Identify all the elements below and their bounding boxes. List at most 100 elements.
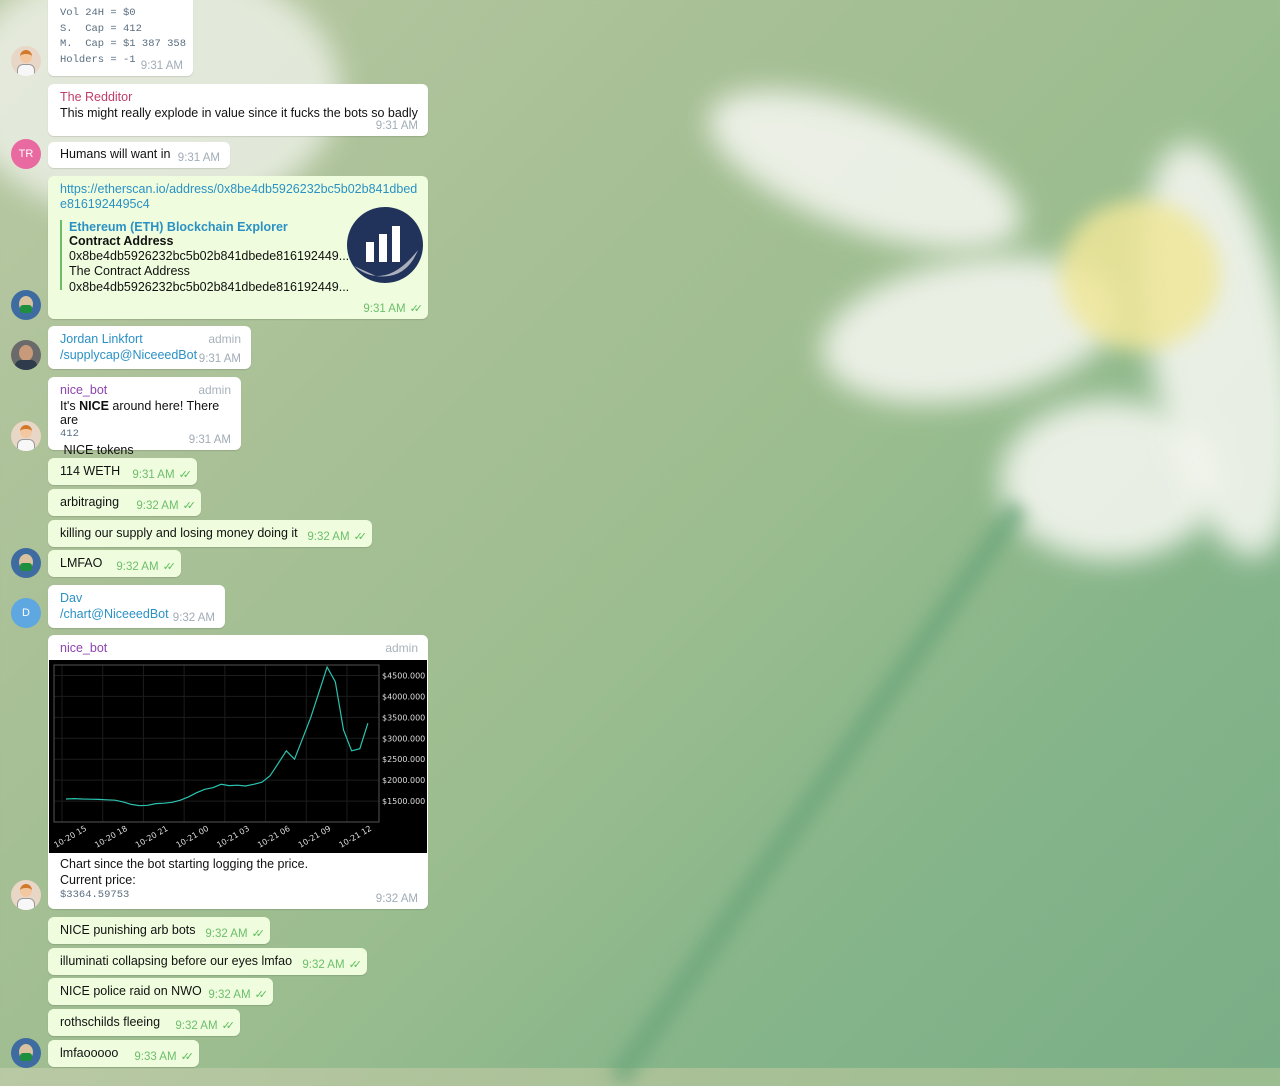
message-bubble[interactable]: NICE punishing arb bots 9:32 AM ✓✓ bbox=[48, 917, 270, 944]
message-text: killing our supply and losing money doin… bbox=[60, 526, 298, 540]
message-time: 9:32 AM bbox=[375, 893, 418, 905]
read-ticks-icon: ✓✓ bbox=[221, 1020, 236, 1032]
y-tick-label: $1500.000 bbox=[382, 797, 425, 806]
admin-badge: admin bbox=[208, 332, 241, 346]
chart-caption: Chart since the bot starting logging the… bbox=[60, 857, 309, 871]
message-bubble[interactable]: 114 WETH 9:31 AM ✓✓ bbox=[48, 458, 197, 485]
read-ticks-icon: ✓✓ bbox=[162, 561, 177, 573]
message-text: It's NICE around here! There are bbox=[60, 399, 220, 427]
message-bubble[interactable]: Dav /chart@NiceeedBot 9:32 AM bbox=[48, 585, 225, 628]
message-time: 9:31 AM bbox=[375, 120, 418, 132]
message-time: 9:31 AM bbox=[177, 152, 220, 164]
message-time: 9:31 AM bbox=[198, 353, 241, 365]
sender-name[interactable]: nice_bot bbox=[60, 641, 107, 655]
message-time: 9:32 AM ✓✓ bbox=[307, 531, 368, 543]
message-bubble[interactable]: NICE police raid on NWO 9:32 AM ✓✓ bbox=[48, 978, 273, 1005]
message-bubble[interactable]: lmfaooooo 9:33 AM ✓✓ bbox=[48, 1040, 199, 1067]
message-text: lmfaooooo bbox=[60, 1046, 119, 1060]
message-time: 9:31 AM ✓✓ bbox=[132, 469, 193, 481]
avatar[interactable] bbox=[11, 340, 41, 370]
price-series-line bbox=[65, 665, 369, 807]
message-bubble[interactable]: nice_bot admin It's NICE around here! Th… bbox=[48, 377, 241, 457]
y-tick-label: $4000.000 bbox=[382, 692, 425, 701]
message-text: LMFAO bbox=[60, 556, 103, 570]
message-time: 9:32 AM ✓✓ bbox=[208, 989, 269, 1001]
link-preview[interactable]: Ethereum (ETH) Blockchain Explorer Contr… bbox=[60, 207, 423, 294]
sender-name[interactable]: The Redditor bbox=[60, 90, 418, 104]
bot-command[interactable]: /chart@NiceeedBot bbox=[60, 607, 169, 621]
message-bubble[interactable]: rothschilds fleeing 9:32 AM ✓✓ bbox=[48, 1009, 240, 1036]
read-ticks-icon: ✓✓ bbox=[251, 928, 266, 940]
x-tick-label: 10-21 12 bbox=[338, 824, 374, 850]
stats-line: S. Cap = 412 bbox=[60, 22, 142, 35]
bg-stem bbox=[608, 500, 1029, 1086]
message-bubble[interactable]: illuminati collapsing before our eyes lm… bbox=[48, 948, 367, 975]
x-tick-label: 10-20 21 bbox=[134, 824, 170, 850]
stats-line: M. Cap = $1 387 358 bbox=[60, 38, 187, 50]
message-text: rothschilds fleeing bbox=[60, 1015, 161, 1029]
y-tick-label: $3500.000 bbox=[382, 713, 425, 722]
x-tick-label: 10-21 00 bbox=[175, 824, 211, 850]
x-tick-label: 10-21 03 bbox=[215, 824, 251, 850]
chart-caption-2: Current price: bbox=[60, 872, 136, 887]
read-ticks-icon: ✓✓ bbox=[353, 531, 368, 543]
read-ticks-icon: ✓✓ bbox=[180, 1051, 195, 1063]
admin-badge: admin bbox=[385, 641, 418, 655]
message-bubble[interactable]: https://etherscan.io/address/0x8be4db592… bbox=[48, 176, 428, 319]
message-text: This might really explode in value since… bbox=[60, 106, 418, 120]
read-ticks-icon: ✓✓ bbox=[409, 303, 424, 315]
message-bubble[interactable]: Humans will want in 9:31 AM bbox=[48, 142, 230, 168]
message-text: 114 WETH bbox=[60, 464, 121, 478]
avatar[interactable] bbox=[11, 880, 41, 910]
message-bubble[interactable]: nice_bot admin $1500.000 $2000.000 $2500.0… bbox=[48, 635, 428, 909]
message-bubble[interactable]: killing our supply and losing money doin… bbox=[48, 520, 372, 547]
y-tick-label: $2000.000 bbox=[382, 776, 425, 785]
message-time: 9:31 AM ✓✓ bbox=[363, 303, 424, 315]
avatar[interactable]: D bbox=[11, 598, 41, 628]
message-time: 9:32 AM bbox=[172, 612, 215, 624]
message-time: 9:32 AM ✓✓ bbox=[175, 1020, 236, 1032]
message-time: 9:32 AM ✓✓ bbox=[205, 928, 266, 940]
message-bubble[interactable]: arbitraging 9:32 AM ✓✓ bbox=[48, 489, 201, 516]
bg-flower-center bbox=[1060, 200, 1220, 350]
avatar[interactable] bbox=[11, 46, 41, 76]
read-ticks-icon: ✓✓ bbox=[348, 959, 363, 971]
message-text: NICE police raid on NWO bbox=[60, 984, 202, 998]
message-text: Humans will want in bbox=[60, 147, 171, 161]
stats-line: Vol 24H = $0 bbox=[60, 7, 136, 19]
y-tick-label: $3000.000 bbox=[382, 734, 425, 743]
message-time: 9:33 AM ✓✓ bbox=[134, 1051, 195, 1063]
admin-badge: admin bbox=[198, 383, 231, 397]
message-time: 9:32 AM ✓✓ bbox=[116, 561, 177, 573]
message-time: 9:32 AM ✓✓ bbox=[136, 500, 197, 512]
y-tick-label: $2500.000 bbox=[382, 755, 425, 764]
read-ticks-icon: ✓✓ bbox=[178, 469, 193, 481]
x-tick-label: 10-20 15 bbox=[53, 824, 89, 850]
avatar[interactable] bbox=[11, 290, 41, 320]
message-text: arbitraging bbox=[60, 495, 120, 509]
bot-command[interactable]: /supplycap@NiceeedBot bbox=[60, 348, 197, 362]
sender-name[interactable]: Dav bbox=[60, 591, 215, 605]
price-chart-svg: $1500.000 $2000.000 $2500.000 $3000.000 $350… bbox=[53, 664, 425, 850]
read-ticks-icon: ✓✓ bbox=[182, 500, 197, 512]
message-text: NICE punishing arb bots bbox=[60, 923, 196, 937]
avatar[interactable] bbox=[11, 1038, 41, 1068]
message-text: illuminati collapsing before our eyes lm… bbox=[60, 954, 293, 968]
y-tick-label: $4500.000 bbox=[382, 671, 425, 680]
x-tick-label: 10-21 06 bbox=[256, 824, 292, 850]
avatar[interactable]: TR bbox=[11, 139, 41, 169]
etherscan-logo-icon bbox=[347, 207, 423, 283]
message-time: 9:31 AM bbox=[188, 434, 231, 446]
message-bubble[interactable]: Jordan Linkfort admin /supplycap@Niceeed… bbox=[48, 326, 251, 369]
avatar-initials: D bbox=[22, 607, 30, 619]
x-tick-label: 10-21 09 bbox=[297, 824, 333, 850]
message-bubble[interactable]: The Redditor This might really explode i… bbox=[48, 84, 428, 136]
current-price: $3364.59753 bbox=[60, 889, 130, 901]
read-ticks-icon: ✓✓ bbox=[254, 989, 269, 1001]
price-chart[interactable]: $1500.000 $2000.000 $2500.000 $3000.000 $350… bbox=[49, 660, 427, 853]
message-time: 9:32 AM ✓✓ bbox=[302, 959, 363, 971]
message-bubble[interactable]: LMFAO 9:32 AM ✓✓ bbox=[48, 550, 181, 577]
avatar[interactable] bbox=[11, 421, 41, 451]
avatar[interactable] bbox=[11, 548, 41, 578]
message-bubble[interactable]: Vol 24H = $0 S. Cap = 412 M. Cap = $1 38… bbox=[48, 0, 193, 76]
